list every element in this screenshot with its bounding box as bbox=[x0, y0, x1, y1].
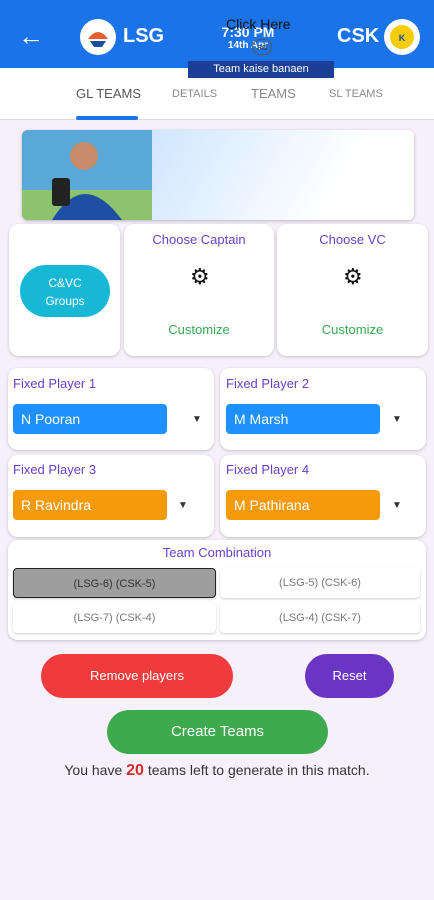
banner-click-here[interactable]: Click Here bbox=[226, 16, 291, 32]
cvc-groups-button[interactable]: C&VC Groups bbox=[20, 265, 110, 317]
combo-option-1[interactable]: (LSG-6) (CSK-5) bbox=[13, 568, 216, 598]
back-arrow-icon[interactable]: ← bbox=[18, 23, 46, 52]
combo-option-2[interactable]: (LSG-5) (CSK-6) bbox=[220, 568, 420, 598]
vc-gear-icon[interactable]: ⚙ bbox=[343, 264, 363, 290]
chevron-down-icon[interactable]: ▼ bbox=[392, 414, 402, 425]
teams-remaining-text: You have 20 teams left to generate in th… bbox=[0, 762, 434, 780]
choose-captain-title: Choose Captain bbox=[152, 232, 246, 247]
captain-gear-icon[interactable]: ⚙ bbox=[190, 264, 210, 290]
remaining-suffix: teams left to generate in this match. bbox=[143, 762, 370, 778]
banner-background bbox=[152, 130, 414, 220]
match-date-text: 14th Apr bbox=[227, 40, 269, 51]
tab-teams[interactable]: TEAMS bbox=[251, 86, 296, 101]
cvc-groups-label: C&VC Groups bbox=[45, 276, 85, 308]
chevron-down-icon[interactable]: ▼ bbox=[178, 500, 188, 511]
create-teams-button[interactable]: Create Teams bbox=[107, 710, 328, 754]
tab-details[interactable]: DETAILS bbox=[172, 88, 217, 100]
banner-caption[interactable]: Team kaise banaen bbox=[188, 61, 334, 78]
fixed-player-4-select[interactable]: M Pathirana bbox=[226, 490, 380, 520]
choose-vc-title: Choose VC bbox=[319, 232, 386, 247]
chevron-down-icon[interactable]: ▼ bbox=[192, 414, 202, 425]
remaining-count: 20 bbox=[126, 762, 144, 779]
svg-text:K: K bbox=[399, 33, 406, 43]
promo-banner[interactable] bbox=[22, 130, 414, 220]
team-right-name: CSK bbox=[337, 25, 380, 47]
fixed-player-2-select[interactable]: M Marsh bbox=[226, 404, 380, 434]
banner-player-image bbox=[22, 130, 152, 220]
fixed-player-1-label: Fixed Player 1 bbox=[13, 376, 97, 391]
fixed-player-2-label: Fixed Player 2 bbox=[226, 376, 310, 391]
fixed-player-1-select[interactable]: N Pooran bbox=[13, 404, 167, 434]
combo-option-4[interactable]: (LSG-4) (CSK-7) bbox=[220, 603, 420, 633]
reset-button[interactable]: Reset bbox=[305, 654, 394, 698]
tab-sl-teams[interactable]: SL TEAMS bbox=[329, 88, 383, 100]
team-left-name: LSG bbox=[123, 25, 165, 47]
match-header: ← LSG 7:30 PM 14th Apr CSK K bbox=[0, 0, 434, 68]
team-combination-title: Team Combination bbox=[162, 545, 272, 560]
vc-customize-link[interactable]: Customize bbox=[277, 322, 428, 337]
captain-customize-link[interactable]: Customize bbox=[124, 322, 274, 337]
csk-logo: K bbox=[384, 19, 420, 55]
lsg-logo bbox=[80, 19, 116, 55]
remove-players-button[interactable]: Remove players bbox=[41, 654, 233, 698]
tab-gl-teams[interactable]: GL TEAMS bbox=[76, 86, 141, 101]
ad-badge: ad bbox=[252, 39, 272, 55]
remaining-prefix: You have bbox=[64, 762, 127, 778]
chevron-down-icon[interactable]: ▼ bbox=[392, 500, 402, 511]
fixed-player-3-select[interactable]: R Ravindra bbox=[13, 490, 167, 520]
combo-option-3[interactable]: (LSG-7) (CSK-4) bbox=[13, 603, 216, 633]
fixed-player-4-label: Fixed Player 4 bbox=[226, 462, 310, 477]
fixed-player-3-label: Fixed Player 3 bbox=[13, 462, 97, 477]
